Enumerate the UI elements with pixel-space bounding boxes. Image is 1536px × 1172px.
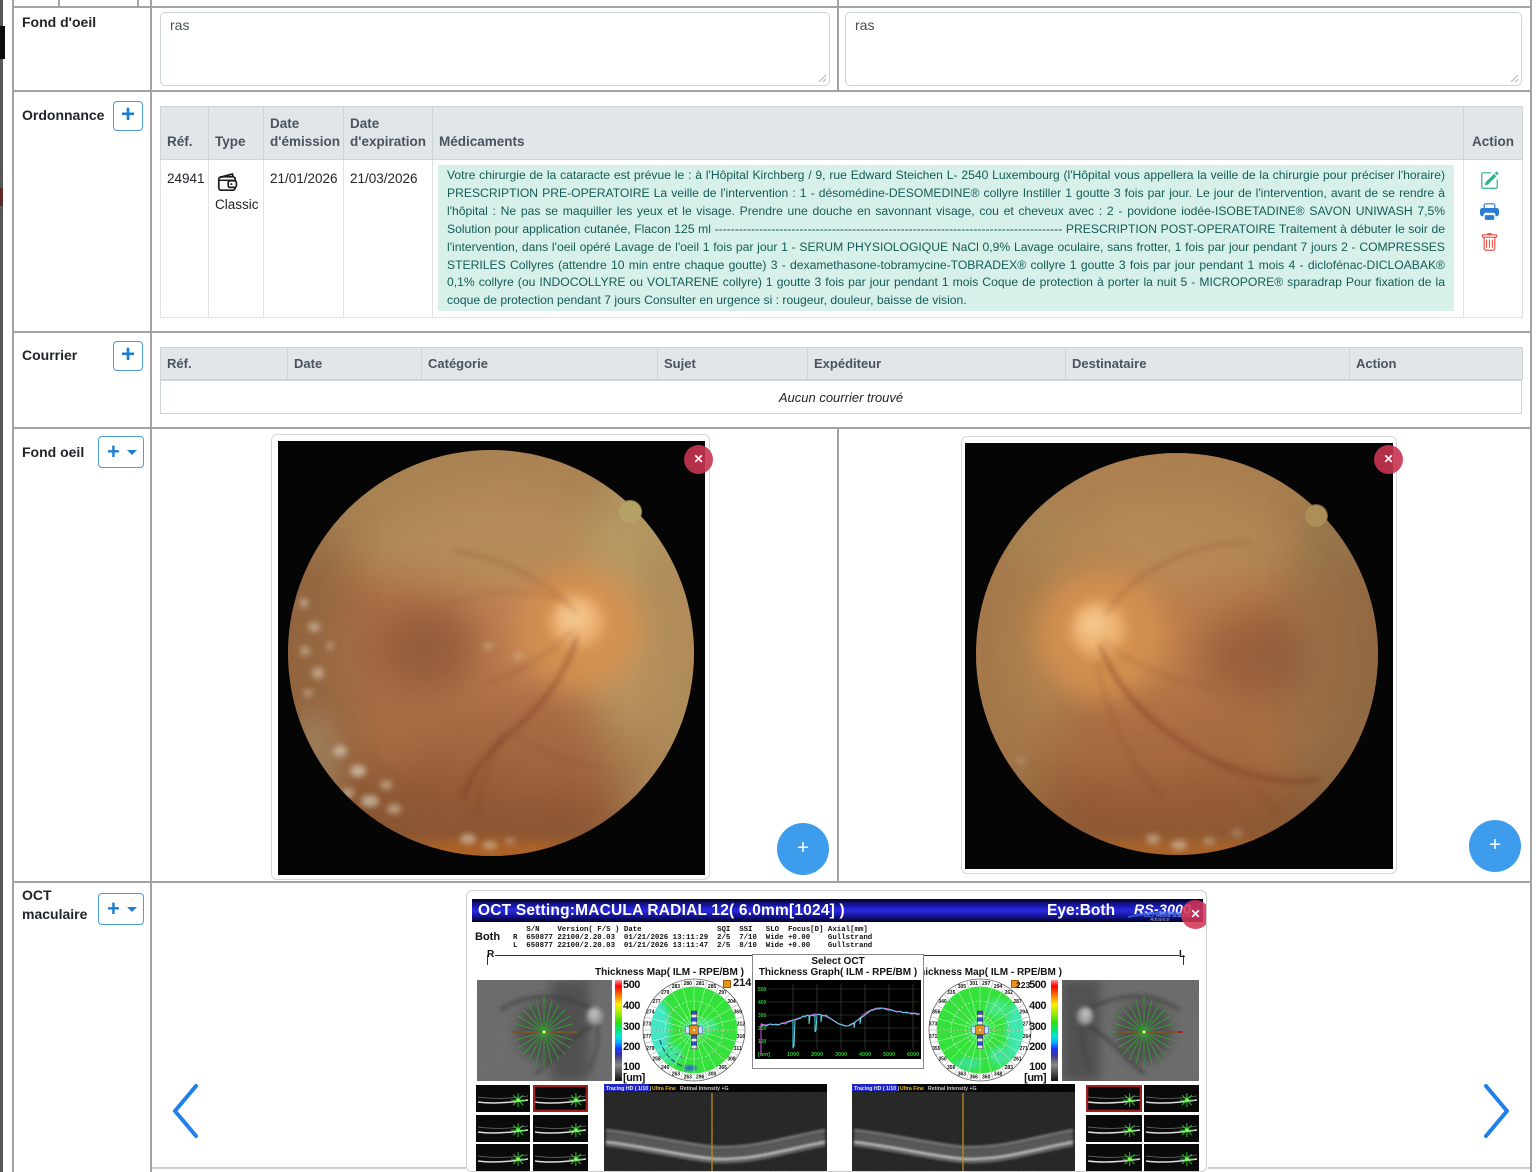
svg-text:308: 308 <box>727 1057 736 1063</box>
svg-text:312: 312 <box>737 1022 746 1028</box>
svg-text:400: 400 <box>758 1000 767 1006</box>
svg-text:100: 100 <box>758 1039 767 1045</box>
svg-text:5000: 5000 <box>883 1052 895 1058</box>
svg-text:2000: 2000 <box>811 1052 823 1058</box>
svg-text:277: 277 <box>652 999 661 1005</box>
svg-text:369: 369 <box>734 1010 743 1016</box>
svg-text:500: 500 <box>758 987 767 993</box>
svg-text:263: 263 <box>672 1071 681 1077</box>
svg-text:279: 279 <box>661 990 670 996</box>
svg-text:301: 301 <box>970 981 979 987</box>
svg-text:305: 305 <box>958 984 967 990</box>
svg-text:360: 360 <box>982 1075 991 1081</box>
svg-text:200: 200 <box>758 1026 767 1032</box>
svg-text:300: 300 <box>758 1013 767 1019</box>
svg-text:296: 296 <box>696 1075 705 1081</box>
svg-text:356: 356 <box>947 1065 956 1071</box>
svg-text:283: 283 <box>672 984 681 990</box>
svg-text:356: 356 <box>932 1010 941 1016</box>
svg-text:283: 283 <box>1005 1065 1014 1071</box>
svg-text:371: 371 <box>929 1034 938 1040</box>
svg-text:340: 340 <box>938 999 947 1005</box>
svg-text:316: 316 <box>737 1034 746 1040</box>
svg-text:280: 280 <box>684 981 693 987</box>
svg-text:300: 300 <box>708 1071 717 1077</box>
svg-text:Retinal Intensity +G: Retinal Intensity +G <box>928 1086 977 1092</box>
svg-text:285: 285 <box>708 984 717 990</box>
svg-text:Tracing HD ( 1/10 ): Tracing HD ( 1/10 ) <box>854 1086 900 1092</box>
svg-text:363: 363 <box>958 1071 967 1077</box>
svg-text:1000: 1000 <box>787 1052 799 1058</box>
svg-text:350: 350 <box>938 1057 947 1063</box>
svg-text:348: 348 <box>994 1071 1003 1077</box>
svg-text:277: 277 <box>643 1034 652 1040</box>
svg-text:297: 297 <box>982 981 991 987</box>
svg-text:373: 373 <box>929 1022 938 1028</box>
svg-text:Retinal Intensity +G: Retinal Intensity +G <box>680 1086 729 1092</box>
svg-text:297: 297 <box>719 990 728 996</box>
svg-text:355: 355 <box>932 1046 941 1052</box>
svg-text:274: 274 <box>646 1010 655 1016</box>
svg-text:262: 262 <box>1005 990 1014 996</box>
svg-text:240: 240 <box>661 1065 670 1071</box>
svg-text:304: 304 <box>727 999 736 1005</box>
svg-text:263: 263 <box>684 1075 693 1081</box>
svg-text:264: 264 <box>1023 1034 1032 1040</box>
svg-text:4000: 4000 <box>859 1052 871 1058</box>
svg-text:366: 366 <box>970 1075 979 1081</box>
svg-text:3000: 3000 <box>835 1052 847 1058</box>
svg-text:279: 279 <box>646 1046 655 1052</box>
svg-text:311: 311 <box>734 1046 742 1052</box>
svg-text:6000: 6000 <box>907 1052 919 1058</box>
svg-text:335: 335 <box>947 990 956 996</box>
svg-text:258: 258 <box>652 1057 661 1063</box>
svg-text:273: 273 <box>643 1022 652 1028</box>
svg-text:[um]: [um] <box>758 1052 770 1058</box>
svg-text:294: 294 <box>994 984 1003 990</box>
svg-text:Ultra Fine: Ultra Fine <box>652 1086 676 1092</box>
svg-text:Tracing HD ( 1/10 ): Tracing HD ( 1/10 ) <box>606 1086 652 1092</box>
svg-text:Ultra Fine: Ultra Fine <box>900 1086 924 1092</box>
svg-text:281: 281 <box>696 981 705 987</box>
svg-text:365: 365 <box>719 1065 728 1071</box>
